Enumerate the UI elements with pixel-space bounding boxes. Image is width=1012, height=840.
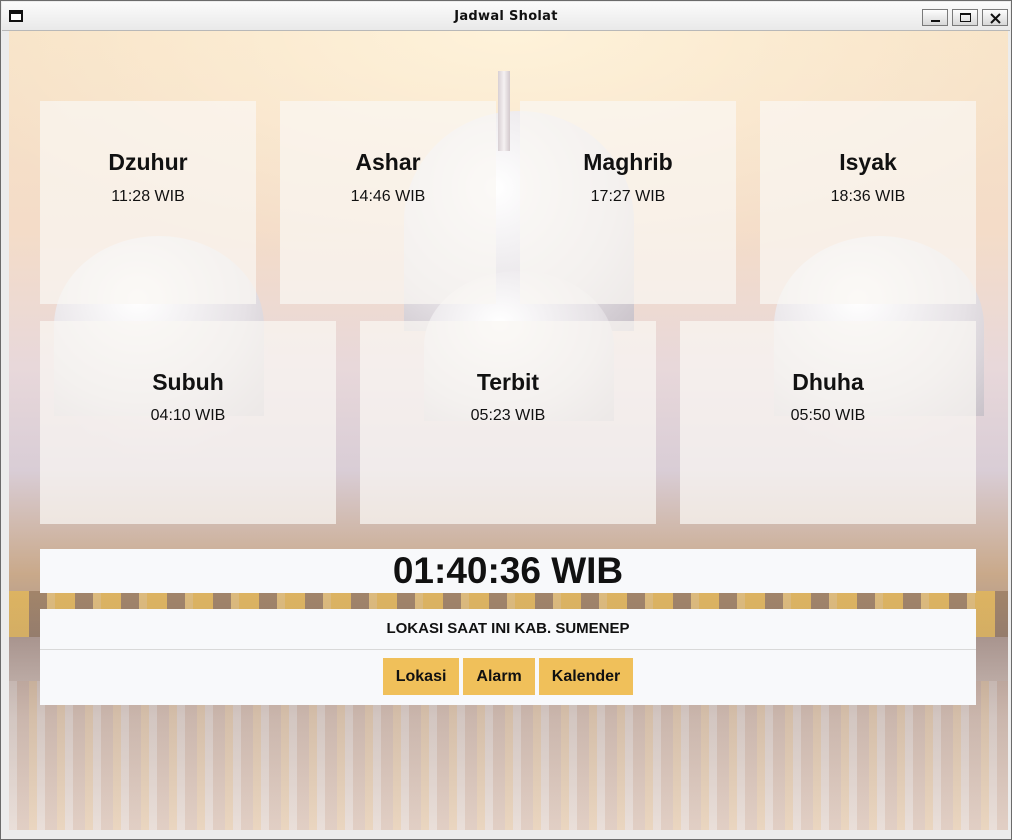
kalender-button[interactable]: Kalender — [538, 658, 634, 695]
prayer-time: 11:28 WIB — [111, 188, 185, 205]
prayer-time: 18:36 WIB — [830, 188, 906, 205]
close-button[interactable] — [982, 9, 1008, 26]
control-panel: LOKASI SAAT INI KAB. SUMENEP Lokasi Alar… — [40, 609, 976, 705]
background-spire — [498, 71, 510, 151]
prayer-name: Maghrib — [583, 149, 673, 175]
prayer-name: Terbit — [476, 369, 540, 395]
prayer-name: Dzuhur — [108, 149, 188, 175]
prayer-card-ashar: Ashar 14:46 WIB — [280, 101, 496, 304]
app-window: Jadwal Sholat Dzuhur 11:28 WIB Ashar 14:… — [0, 0, 1012, 840]
maximize-icon — [960, 13, 971, 22]
prayer-card-dzuhur: Dzuhur 11:28 WIB — [40, 101, 256, 304]
prayer-time: 05:50 WIB — [790, 407, 866, 424]
button-row: Lokasi Alarm Kalender — [40, 658, 976, 695]
prayer-card-dhuha: Dhuha 05:50 WIB — [680, 321, 976, 524]
prayer-time: 14:46 WIB — [350, 188, 426, 205]
alarm-button[interactable]: Alarm — [463, 658, 535, 695]
prayer-time: 17:27 WIB — [590, 188, 666, 205]
prayer-time: 05:23 WIB — [470, 407, 546, 424]
minimize-button[interactable] — [922, 9, 948, 26]
minimize-icon — [931, 20, 940, 22]
prayer-card-maghrib: Maghrib 17:27 WIB — [520, 101, 736, 304]
prayer-card-isyak: Isyak 18:36 WIB — [760, 101, 976, 304]
close-icon — [990, 13, 1001, 24]
prayer-name: Ashar — [355, 149, 421, 175]
title-bar[interactable]: Jadwal Sholat — [2, 2, 1010, 31]
lokasi-button[interactable]: Lokasi — [382, 658, 460, 695]
prayer-name: Isyak — [839, 149, 897, 175]
main-content: Dzuhur 11:28 WIB Ashar 14:46 WIB Maghrib… — [9, 31, 1008, 830]
prayer-name: Subuh — [152, 369, 224, 395]
current-time-display: 01:40:36 WIB — [40, 549, 976, 593]
prayer-time: 04:10 WIB — [150, 407, 226, 424]
prayer-card-terbit: Terbit 05:23 WIB — [360, 321, 656, 524]
prayer-name: Dhuha — [792, 369, 864, 395]
window-title: Jadwal Sholat — [454, 9, 558, 24]
prayer-card-subuh: Subuh 04:10 WIB — [40, 321, 336, 524]
maximize-button[interactable] — [952, 9, 978, 26]
location-label: LOKASI SAAT INI KAB. SUMENEP — [40, 609, 976, 650]
